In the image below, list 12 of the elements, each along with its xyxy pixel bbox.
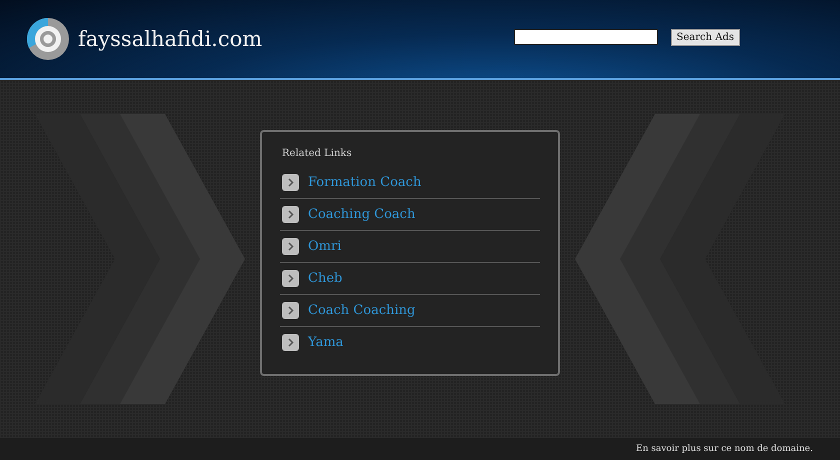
logo-icon <box>26 17 70 61</box>
site-name: fayssalhafidi.com <box>78 27 262 51</box>
search-field[interactable] <box>514 29 658 45</box>
related-link[interactable]: Cheb <box>308 271 342 286</box>
related-link[interactable]: Coaching Coach <box>308 207 416 222</box>
related-link[interactable]: Yama <box>308 335 344 350</box>
related-link[interactable]: Omri <box>308 239 342 254</box>
domain-info-link[interactable]: En savoir plus sur ce nom de domaine. <box>636 444 813 454</box>
search-button[interactable]: Search Ads <box>670 28 740 46</box>
related-link[interactable]: Formation Coach <box>308 175 422 190</box>
related-link[interactable]: Coach Coaching <box>308 303 416 318</box>
panel-title: Related Links <box>281 148 353 159</box>
